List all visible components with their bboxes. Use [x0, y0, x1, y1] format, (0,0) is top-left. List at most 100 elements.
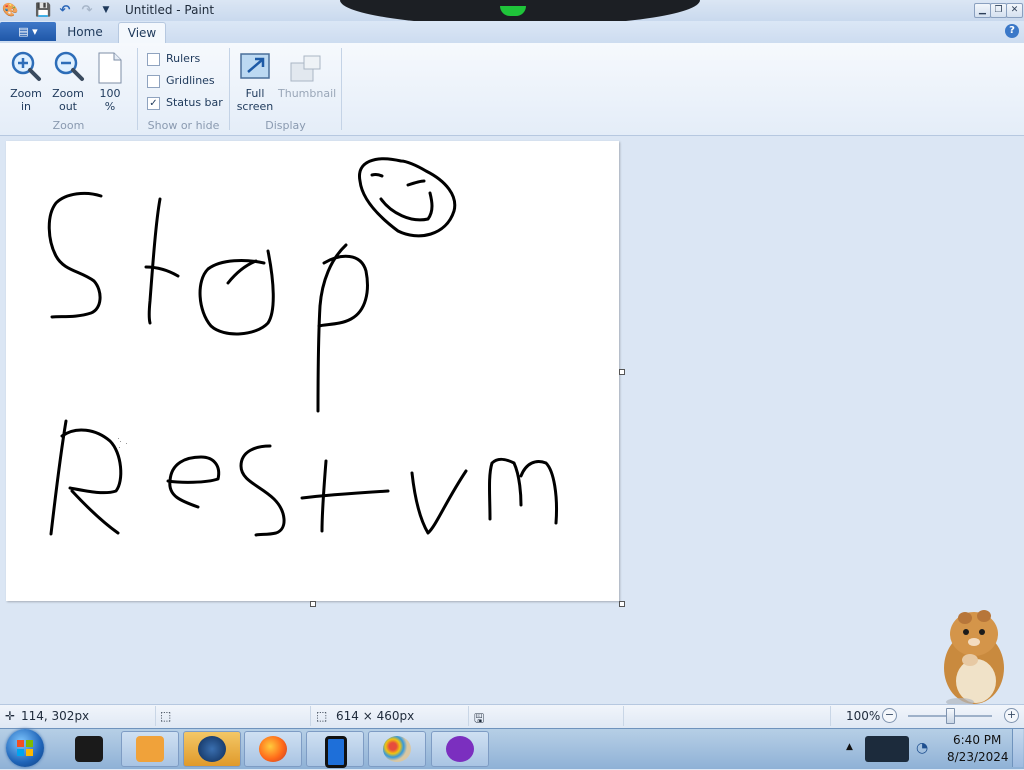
paint-app-icon[interactable]: 🎨 — [2, 3, 18, 18]
status-separator — [310, 706, 311, 726]
actual-size-button[interactable] — [97, 52, 123, 84]
status-bar-checkbox[interactable]: ✓ — [147, 97, 160, 110]
zoom-in-slider-button[interactable]: + — [1004, 708, 1019, 723]
network-icon[interactable]: ◔ — [916, 740, 930, 758]
windows-logo-icon — [17, 740, 33, 756]
status-bar-label[interactable]: Status bar — [166, 96, 223, 109]
canvas-size: 614 × 460px — [336, 709, 415, 723]
stroke-letter-r-bowl — [60, 428, 123, 495]
stroke-letter-p-bowl — [317, 254, 369, 328]
save-icon[interactable]: 💾 — [35, 3, 51, 18]
status-separator — [830, 706, 831, 726]
firefox-icon — [259, 736, 287, 762]
terminal-icon — [75, 736, 103, 762]
stroke-letter-r-stem — [49, 419, 68, 536]
clock-date[interactable]: 8/23/2024 — [947, 750, 1009, 764]
actual-size-label-line2[interactable]: % — [92, 100, 128, 113]
resize-handle-right[interactable] — [619, 369, 625, 375]
status-separator — [468, 706, 469, 726]
taskbar-terminal[interactable] — [60, 731, 118, 767]
paint-palette-icon — [383, 736, 411, 762]
taskbar-globe[interactable] — [183, 731, 241, 767]
zoom-in-label-line1[interactable]: Zoom — [6, 87, 46, 100]
zoom-group-label: Zoom — [52, 119, 85, 132]
stroke-letter-s-lower — [239, 444, 286, 537]
zoom-out-icon — [54, 51, 84, 81]
show-hidden-icons-arrow[interactable]: ▲ — [846, 742, 853, 752]
desktop-pet-hamster[interactable] — [940, 606, 1008, 706]
customize-qat-icon[interactable]: ▼ — [98, 3, 114, 18]
media-player-icon — [136, 736, 164, 762]
stroke-smiley-eye-right — [406, 179, 426, 187]
thumbnail-button[interactable] — [290, 55, 322, 83]
rulers-checkbox[interactable] — [147, 53, 160, 66]
stroke-letter-m-second — [519, 460, 558, 525]
actual-size-label-line1[interactable]: 100 — [92, 87, 128, 100]
window-title: Untitled - Paint — [125, 3, 215, 17]
thumbnail-icon — [290, 55, 321, 82]
stroke-letter-m-first — [488, 457, 523, 521]
thumbnail-label[interactable]: Thumbnail — [278, 87, 336, 100]
clock-time[interactable]: 6:40 PM — [953, 733, 1001, 747]
zoom-out-button[interactable] — [53, 50, 85, 82]
stroke-letter-r-leg — [70, 489, 120, 535]
globe-icon — [198, 736, 226, 762]
taskbar-firefox[interactable] — [244, 731, 302, 767]
zoom-in-label-line2[interactable]: in — [6, 100, 46, 113]
zoom-out-slider-button[interactable]: − — [882, 708, 897, 723]
stroke-letter-v — [410, 469, 468, 535]
zoom-level: 100% — [846, 709, 881, 723]
drawing — [47, 157, 558, 537]
tray-app-icon[interactable] — [865, 736, 909, 762]
close-button[interactable]: ✕ — [1006, 3, 1023, 18]
taskbar-media-player[interactable] — [121, 731, 179, 767]
minimize-button[interactable]: ▁ — [974, 3, 991, 18]
rulers-label[interactable]: Rulers — [166, 52, 200, 65]
stroke-smiley-eye-left — [370, 173, 384, 178]
group-separator — [341, 48, 342, 130]
redo-icon[interactable]: ↷ — [79, 3, 95, 18]
full-screen-label-line1[interactable]: Full — [234, 87, 276, 100]
undo-icon[interactable]: ↶ — [57, 3, 73, 18]
group-separator — [137, 48, 138, 130]
zoom-out-label-line1[interactable]: Zoom — [48, 87, 88, 100]
cursor-position: 114, 302px — [21, 709, 90, 723]
cursor-dot — [118, 438, 119, 439]
cursor-dot — [126, 443, 127, 444]
stroke-smiley-mouth — [379, 191, 434, 222]
status-separator — [155, 706, 156, 726]
start-button[interactable] — [6, 729, 44, 767]
canvas-size-icon: ⬚ — [316, 709, 328, 723]
display-group-label: Display — [265, 119, 306, 132]
group-separator — [229, 48, 230, 130]
full-screen-button[interactable] — [240, 52, 270, 82]
stroke-letter-e — [166, 455, 221, 509]
show-desktop-button[interactable] — [1012, 729, 1023, 767]
page-icon — [98, 52, 122, 84]
resize-handle-corner[interactable] — [619, 601, 625, 607]
stroke-letter-t-vertical — [147, 197, 162, 325]
tab-view[interactable]: View — [118, 22, 166, 44]
cursor-dot — [119, 447, 120, 448]
zoom-in-icon — [11, 51, 41, 81]
phone-icon — [325, 736, 347, 768]
restore-button[interactable]: ❐ — [990, 3, 1007, 18]
gridlines-checkbox[interactable] — [147, 75, 160, 88]
zoom-slider-thumb[interactable] — [946, 708, 955, 724]
tab-home[interactable]: Home — [62, 22, 108, 43]
resize-handle-bottom[interactable] — [310, 601, 316, 607]
taskbar-paint[interactable] — [368, 731, 426, 767]
stroke-letter-s — [47, 191, 103, 319]
gridlines-label[interactable]: Gridlines — [166, 74, 215, 87]
stroke-letter-p-stem — [316, 243, 348, 413]
zoom-in-button[interactable] — [10, 50, 42, 82]
status-separator — [623, 706, 624, 726]
file-menu-button[interactable]: ▤ ▾ — [0, 22, 56, 41]
stroke-letter-o-inner — [226, 259, 258, 285]
full-screen-label-line2[interactable]: screen — [234, 100, 276, 113]
taskbar-phone[interactable] — [306, 731, 364, 768]
help-icon[interactable]: ? — [1005, 24, 1019, 38]
zoom-out-label-line2[interactable]: out — [48, 100, 88, 113]
taskbar-mask[interactable] — [431, 731, 489, 767]
drawing-canvas[interactable] — [6, 141, 619, 601]
